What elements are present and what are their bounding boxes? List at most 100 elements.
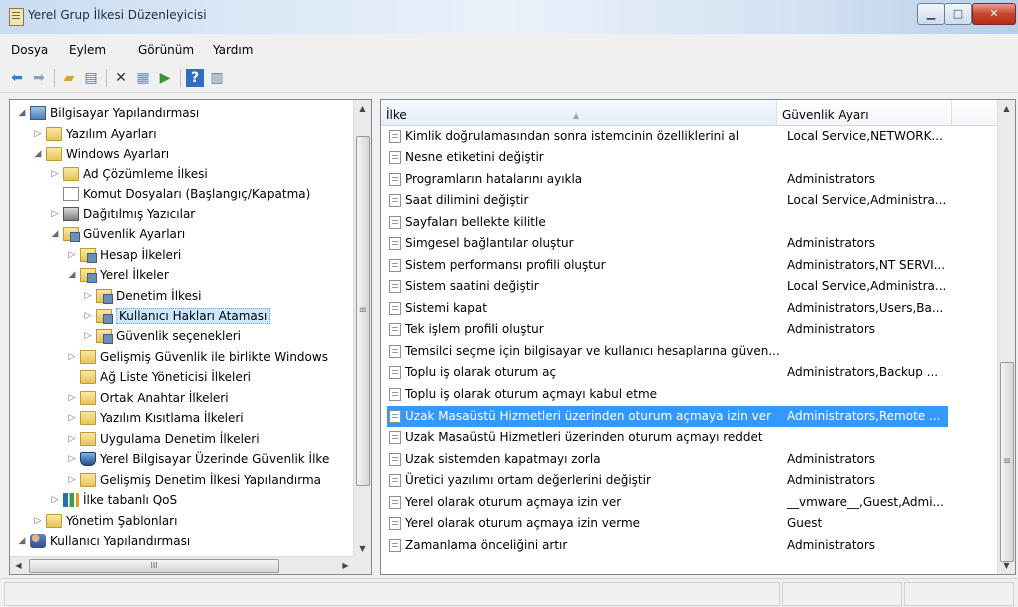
help-icon[interactable]: ? [186, 69, 204, 87]
list-row[interactable]: Uzak sistemden kapatmayı zorla Administra… [381, 449, 998, 470]
list-row[interactable]: Uzak Masaüstü Hizmetleri üzerinden oturu… [381, 427, 998, 448]
tree-item[interactable]: ▷ Dağıtılmış Yazıcılar [49, 204, 195, 224]
list-row[interactable]: Saat dilimini değiştir Local Service,Admi… [381, 190, 998, 211]
tree-item[interactable]: ◢ Güvenlik Ayarları [49, 224, 185, 244]
tree-hscroll-thumb[interactable]: III [29, 559, 279, 573]
tree-item[interactable]: ▷ Ad Çözümleme İlkesi [49, 164, 208, 184]
collapse-toggle-icon[interactable]: ◢ [16, 103, 28, 123]
column-header-security-setting[interactable]: Güvenlik Ayarı [777, 100, 952, 125]
expand-toggle-icon[interactable]: ▷ [49, 164, 61, 184]
scroll-down-arrow-icon[interactable]: ▼ [354, 540, 371, 557]
tree-item[interactable]: ▷ Güvenlik seçenekleri [82, 326, 241, 346]
collapse-toggle-icon[interactable]: ◢ [16, 531, 28, 551]
list-vertical-scrollbar[interactable]: ▲ ≡ ▼ [997, 100, 1015, 574]
list-row[interactable]: Sistem saatini değiştir Local Service,Adm… [381, 276, 998, 297]
tree-item[interactable]: Ağ Liste Yöneticisi İlkeleri [66, 367, 251, 387]
policy-icon [389, 496, 401, 509]
extended-view-icon[interactable]: ▥ [208, 69, 226, 87]
list-row[interactable]: Toplu iş olarak oturum açmayı kabul etme [381, 384, 998, 405]
expand-toggle-icon[interactable]: ▷ [66, 429, 78, 449]
tree-item[interactable]: ▷ Yerel Bilgisayar Üzerinde Güvenlik İlke [66, 449, 329, 469]
delete-icon[interactable]: ✕ [112, 69, 130, 87]
tree-item-selected[interactable]: ▷ Kullanıcı Hakları Ataması [82, 306, 271, 326]
expand-toggle-icon[interactable]: ▷ [66, 408, 78, 428]
menu-yardim[interactable]: Yardım [213, 43, 253, 57]
collapse-toggle-icon[interactable]: ◢ [32, 144, 44, 164]
up-folder-icon[interactable]: ▰ [60, 69, 78, 87]
list-row[interactable]: Yerel olarak oturum açmaya izin ver __vmw… [381, 492, 998, 513]
show-hide-tree-icon[interactable]: ▤ [82, 69, 100, 87]
collapse-toggle-icon[interactable]: ◢ [66, 265, 78, 285]
list-scroll-thumb[interactable]: ≡ [1000, 362, 1014, 562]
expand-toggle-icon[interactable]: ▷ [66, 470, 78, 490]
list-row[interactable]: Sistem performansı profili oluştur Admini… [381, 255, 998, 276]
list-row[interactable]: Kimlik doğrulamasından sonra istemcinin … [381, 126, 998, 147]
tree-item-label: Windows Ayarları [66, 147, 170, 161]
menu-gorunum[interactable]: Görünüm [138, 43, 194, 57]
tree-item[interactable]: ▷ Hesap İlkeleri [66, 245, 181, 265]
expand-toggle-icon[interactable]: ▷ [66, 388, 78, 408]
close-button[interactable]: ✕ [972, 3, 1016, 25]
tree-item[interactable]: ◢ Windows Ayarları [32, 144, 169, 164]
properties-icon[interactable]: ▦ [134, 69, 152, 87]
list-row-selected[interactable]: Uzak Masaüstü Hizmetleri üzerinden oturu… [381, 406, 998, 427]
tree-item[interactable]: ◢ Yerel İlkeler [66, 265, 169, 285]
list-row[interactable]: Sayfaları bellekte kilitle [381, 212, 998, 233]
expand-toggle-icon[interactable]: ▷ [82, 326, 94, 346]
list-row[interactable]: Zamanlama önceliğini artır Administrators [381, 535, 998, 556]
tree-item[interactable]: ▷ Yazılım Ayarları [32, 124, 157, 144]
title-bar[interactable]: Yerel Grup İlkesi Düzenleyicisi ▁ □ ✕ [0, 0, 1018, 34]
expand-toggle-icon[interactable]: ▷ [66, 449, 78, 469]
collapse-toggle-icon[interactable]: ◢ [49, 224, 61, 244]
tree-item[interactable]: ▷ Denetim İlkesi [82, 286, 202, 306]
list-row[interactable]: Programların hatalarını ayıkla Administra… [381, 169, 998, 190]
list-row[interactable]: Üretici yazılımı ortam değerlerini değiş… [381, 470, 998, 491]
scroll-up-arrow-icon[interactable]: ▲ [354, 100, 371, 117]
tree-vertical-scrollbar[interactable]: ▲ ≡ ▼ [353, 100, 371, 557]
list-row[interactable]: Yerel olarak oturum açmaya izin verme Gue… [381, 513, 998, 534]
policy-name: Yerel olarak oturum açmaya izin ver [405, 495, 622, 509]
expand-toggle-icon[interactable]: ▷ [82, 286, 94, 306]
list-row[interactable]: Toplu iş olarak oturum aç Administrators,… [381, 362, 998, 383]
list-row[interactable]: Sistemi kapat Administrators,Users,Ba... [381, 298, 998, 319]
column-header-policy[interactable]: ▲ İlke [381, 100, 777, 125]
scroll-right-arrow-icon[interactable]: ▶ [337, 557, 354, 574]
console-tree-pane[interactable]: ◢ Bilgisayar Yapılandırması ▷ Yazılım Ayar… [9, 99, 372, 575]
expand-toggle-icon[interactable]: ▷ [32, 124, 44, 144]
tree-item[interactable]: ▷ Uygulama Denetim İlkeleri [66, 429, 260, 449]
list-row[interactable]: Tek işlem profili oluştur Administrators [381, 319, 998, 340]
list-row[interactable]: Simgesel bağlantılar oluştur Administrato… [381, 233, 998, 254]
expand-toggle-icon[interactable]: ▷ [66, 347, 78, 367]
maximize-button[interactable]: □ [944, 3, 972, 25]
export-list-icon[interactable]: ▶ [156, 69, 174, 87]
scroll-down-arrow-icon[interactable]: ▼ [998, 557, 1015, 574]
expand-toggle-icon[interactable]: ▷ [82, 306, 94, 326]
tree-item[interactable]: ▷ Ortak Anahtar İlkeleri [66, 388, 229, 408]
menu-dosya[interactable]: Dosya [11, 43, 48, 57]
expand-toggle-icon[interactable]: ▷ [49, 490, 61, 510]
tree-item[interactable]: ◢ Bilgisayar Yapılandırması [16, 103, 199, 123]
scroll-up-arrow-icon[interactable]: ▲ [998, 100, 1015, 117]
tree-item[interactable]: ▷ Yönetim Şablonları [32, 511, 177, 531]
minimize-button[interactable]: ▁ [917, 3, 945, 25]
security-folder-icon [96, 288, 113, 304]
list-row[interactable]: Temsilci seçme için bilgisayar ve kullan… [381, 341, 998, 362]
tree-item[interactable]: Komut Dosyaları (Başlangıç/Kapatma) [49, 184, 310, 204]
expand-toggle-icon[interactable]: ▷ [66, 245, 78, 265]
tree-scroll-thumb[interactable]: ≡ [356, 136, 370, 486]
policy-icon [389, 302, 401, 315]
scroll-left-arrow-icon[interactable]: ◀ [10, 557, 27, 574]
tree-horizontal-scrollbar[interactable]: ◀ III ▶ [10, 556, 354, 574]
tree-item[interactable]: ◢ Kullanıcı Yapılandırması [16, 531, 190, 551]
policy-list-pane[interactable]: ▲ İlke Güvenlik Ayarı Kimlik doğrulaması… [380, 99, 1016, 575]
back-arrow-icon[interactable]: ⬅ [8, 69, 26, 87]
tree-item[interactable]: ▷ Yazılım Kısıtlama İlkeleri [66, 408, 244, 428]
expand-toggle-icon[interactable]: ▷ [49, 204, 61, 224]
tree-item[interactable]: ▷ Gelişmiş Denetim İlkesi Yapılandırma [66, 470, 321, 490]
list-row[interactable]: Nesne etiketini değiştir [381, 147, 998, 168]
forward-arrow-icon[interactable]: ➡ [30, 69, 48, 87]
expand-toggle-icon[interactable]: ▷ [32, 511, 44, 531]
tree-item[interactable]: ▷ Gelişmiş Güvenlik ile birlikte Windows [66, 347, 328, 367]
menu-eylem[interactable]: Eylem [69, 43, 106, 57]
tree-item[interactable]: ▷ İlke tabanlı QoS [49, 490, 177, 510]
